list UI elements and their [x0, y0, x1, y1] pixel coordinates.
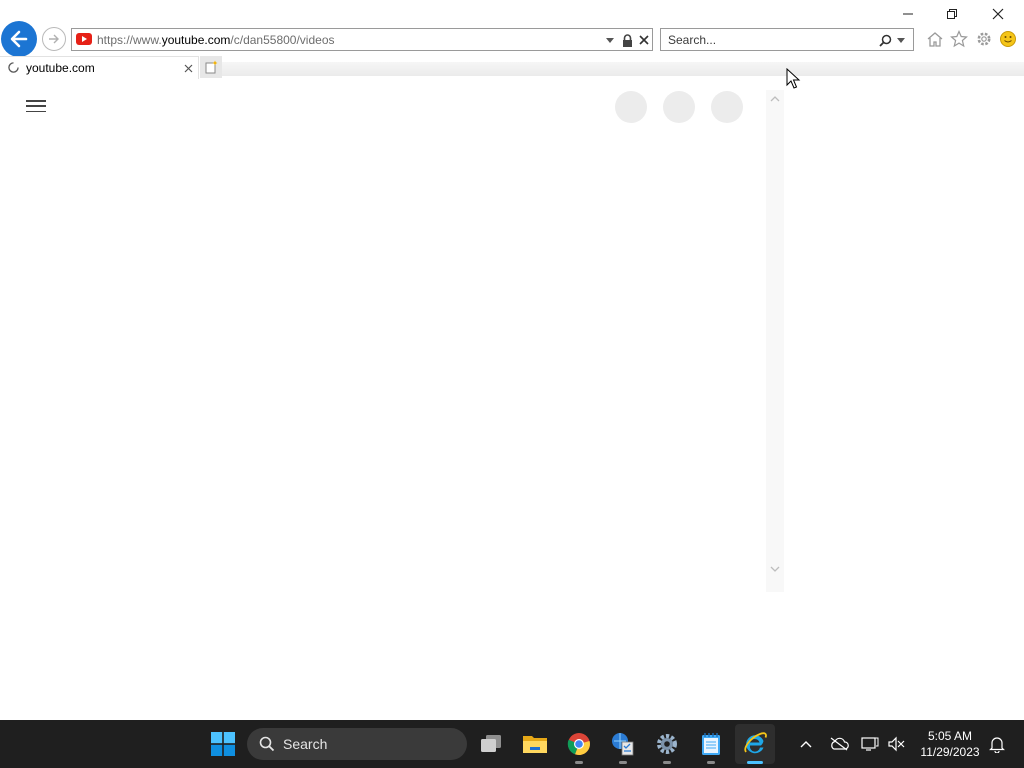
settings-gear-icon: [657, 734, 677, 754]
lock-icon: [622, 33, 632, 47]
taskbar-app-file-explorer[interactable]: [515, 720, 555, 768]
favorites-button[interactable]: [949, 29, 969, 49]
home-button[interactable]: [925, 29, 945, 49]
search-icon: [878, 34, 891, 47]
start-button[interactable]: [203, 720, 243, 768]
network-icon: [861, 737, 879, 751]
volume-muted-icon: [888, 736, 905, 752]
search-box[interactable]: Search...: [660, 28, 914, 51]
chevron-down-icon: [770, 566, 780, 572]
address-bar[interactable]: https://www.youtube.com/c/dan55800/video…: [71, 28, 653, 51]
scroll-up-button[interactable]: [769, 93, 781, 105]
address-url[interactable]: https://www.youtube.com/c/dan55800/video…: [97, 33, 335, 47]
clock-date: 11/29/2023: [920, 745, 980, 759]
chevron-down-icon: [606, 37, 614, 43]
close-window-button[interactable]: [976, 3, 1020, 25]
chevron-up-icon: [770, 96, 780, 102]
taskbar-app-notepad[interactable]: [691, 720, 731, 768]
browser-chrome: https://www.youtube.com/c/dan55800/video…: [0, 0, 1024, 80]
task-view-icon: [481, 735, 501, 752]
onedrive-status[interactable]: [826, 720, 852, 768]
restore-icon: [947, 9, 957, 19]
vertical-scrollbar[interactable]: [766, 90, 784, 592]
notifications-button[interactable]: [986, 720, 1008, 768]
close-icon: [184, 64, 192, 72]
taskbar-app-chrome[interactable]: [559, 720, 599, 768]
restore-button[interactable]: [930, 3, 974, 25]
taskbar-app-internet-explorer[interactable]: [735, 724, 775, 764]
placeholder-circle: [663, 91, 695, 123]
taskbar-search-label: Search: [283, 736, 328, 752]
minimize-icon: [903, 13, 913, 15]
taskbar-app-task-manager[interactable]: [603, 720, 643, 768]
network-status[interactable]: [858, 720, 882, 768]
back-arrow-icon: [10, 30, 28, 48]
chevron-down-icon: [897, 37, 905, 43]
close-icon: [992, 8, 1004, 20]
tab-title: youtube.com: [26, 61, 95, 75]
search-icon: [259, 736, 275, 752]
show-hidden-icons-button[interactable]: [794, 720, 818, 768]
mouse-cursor-icon: [786, 68, 801, 89]
loading-spinner-icon: [8, 62, 19, 73]
hamburger-menu-button[interactable]: [26, 98, 46, 114]
new-tab-button[interactable]: [200, 56, 222, 78]
taskbar: Search 5:05 AM 11/29/2023: [0, 720, 1024, 768]
volume-status[interactable]: [884, 720, 908, 768]
folder-icon: [523, 736, 547, 753]
cloud-offline-icon: [830, 737, 849, 751]
notepad-icon: [702, 733, 720, 755]
bell-icon: [989, 737, 1005, 753]
scroll-down-button[interactable]: [769, 563, 781, 575]
taskbar-search[interactable]: Search: [247, 728, 467, 760]
security-lock-button[interactable]: [620, 32, 634, 48]
hamburger-menu-icon: [26, 100, 46, 102]
page-viewport: [0, 80, 1024, 720]
forward-button[interactable]: [42, 27, 66, 51]
taskbar-app-task-view[interactable]: [471, 720, 511, 768]
youtube-icon: [76, 33, 92, 45]
search-placeholder[interactable]: Search...: [668, 33, 716, 47]
settings-gear-icon: [977, 32, 991, 46]
stop-loading-button[interactable]: [637, 32, 651, 48]
placeholder-circle: [615, 91, 647, 123]
address-dropdown-button[interactable]: [603, 32, 617, 48]
task-manager-icon: [612, 733, 634, 756]
minimize-button[interactable]: [886, 3, 930, 25]
taskbar-app-settings[interactable]: [647, 720, 687, 768]
forward-arrow-icon: [49, 34, 59, 44]
tools-button[interactable]: [974, 29, 994, 49]
internet-explorer-icon: [744, 732, 767, 754]
close-tab-button[interactable]: [181, 60, 195, 76]
feedback-smiley-icon: [1000, 31, 1016, 47]
search-button[interactable]: [877, 32, 893, 48]
stop-x-icon: [639, 35, 649, 45]
search-provider-dropdown[interactable]: [895, 32, 907, 48]
back-button[interactable]: [1, 21, 37, 57]
feedback-button[interactable]: [998, 29, 1018, 49]
system-clock[interactable]: 5:05 AM 11/29/2023: [912, 728, 988, 760]
tab-youtube[interactable]: youtube.com: [0, 56, 199, 79]
url-host: youtube.com: [161, 33, 231, 47]
new-tab-icon: [205, 60, 218, 74]
favorites-star-icon: [950, 30, 968, 48]
chrome-icon: [567, 733, 590, 756]
tab-strip: [222, 62, 1024, 76]
home-icon: [927, 31, 943, 47]
windows-logo-icon: [211, 732, 235, 756]
placeholder-circle: [711, 91, 743, 123]
chevron-up-icon: [800, 741, 812, 748]
clock-time: 5:05 AM: [927, 729, 973, 743]
